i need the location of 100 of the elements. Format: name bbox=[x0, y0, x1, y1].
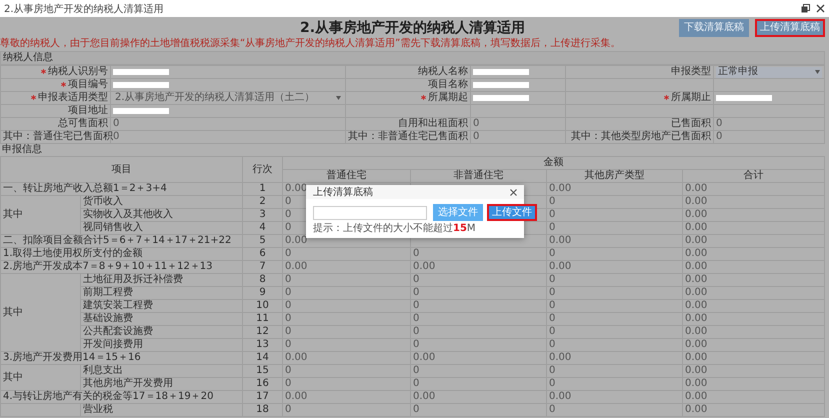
table-cell: 0 bbox=[413, 287, 420, 298]
section-header: 申报信息 bbox=[1, 144, 43, 156]
table-cell: 13 bbox=[242, 338, 282, 352]
table-cell: 5 bbox=[242, 234, 282, 248]
table-cell: 0.00 bbox=[685, 352, 708, 363]
table-cell: 0 bbox=[285, 326, 292, 337]
column-header: 合计 bbox=[682, 170, 824, 182]
field-label: 所属期起 bbox=[421, 92, 468, 103]
page-title: 2.从事房地产开发的纳税人清算适用 bbox=[298, 18, 526, 36]
redaction-bar bbox=[113, 69, 169, 75]
close-icon[interactable] bbox=[816, 4, 825, 13]
field-label: 自用和出租面积 bbox=[398, 118, 468, 129]
toolbar-button[interactable]: 下载清算底稿 bbox=[679, 18, 749, 36]
table-cell: 视同销售收入 bbox=[80, 222, 242, 234]
table-cell: 0 bbox=[285, 313, 292, 324]
field-label: 总可售面积 bbox=[58, 118, 108, 129]
table-cell: 0 bbox=[285, 209, 292, 220]
field-label: 所属期止 bbox=[664, 92, 711, 103]
column-header: 其他房产类型 bbox=[546, 170, 682, 182]
table-cell: 0.00 bbox=[413, 261, 436, 272]
table-cell: 0 bbox=[413, 326, 420, 337]
table-cell: 0 bbox=[285, 404, 292, 415]
table-cell: 1.取得土地使用权所支付的金额 bbox=[0, 248, 242, 260]
table-cell: 16 bbox=[242, 378, 282, 390]
field-value: 0 bbox=[473, 131, 480, 142]
table-cell: 前期工程费 bbox=[80, 286, 242, 300]
table-cell: 公共配套设施费 bbox=[80, 326, 242, 338]
toolbar-button[interactable]: 上传清算底稿 bbox=[755, 18, 825, 36]
table-cell: 0.00 bbox=[549, 352, 572, 363]
table-cell: 0.00 bbox=[285, 235, 308, 246]
table-cell: 0 bbox=[549, 248, 556, 259]
field-label: 项目地址 bbox=[68, 105, 108, 116]
table-cell: 其他房地产开发费用 bbox=[80, 378, 242, 390]
table-cell: 0.00 bbox=[549, 261, 572, 272]
field-label: 其中：普通住宅已售面积 bbox=[3, 131, 113, 142]
table-cell: 其中 bbox=[3, 306, 23, 318]
field-value: 0 bbox=[716, 118, 722, 129]
table-cell: 0 bbox=[285, 378, 292, 389]
table-cell: 0.00 bbox=[685, 248, 708, 259]
table-cell: 0.00 bbox=[685, 404, 708, 415]
column-header: 金额 bbox=[282, 156, 824, 170]
table-cell: 0.00 bbox=[549, 183, 572, 194]
table-cell: 0 bbox=[549, 339, 556, 350]
dialog-button[interactable]: 上传文件 bbox=[487, 204, 537, 221]
table-cell: 0.00 bbox=[285, 183, 308, 194]
table-cell: 0.00 bbox=[285, 391, 308, 402]
table-cell: 0 bbox=[549, 209, 556, 220]
close-icon[interactable] bbox=[510, 188, 517, 196]
table-cell: 0.00 bbox=[685, 300, 708, 311]
notice-text: 尊敬的纳税人，由于您目前操作的土地增值税税源采集“从事房地产开发的纳税人清算适用”需先下载清算底稿，填写数据后，上传进行采集。 bbox=[0, 38, 622, 50]
table-cell: 0 bbox=[549, 287, 556, 298]
table-cell: 0 bbox=[413, 274, 420, 285]
table-cell: 8 bbox=[242, 274, 282, 286]
table-cell: 6 bbox=[242, 248, 282, 260]
field-label: 项目编号 bbox=[61, 79, 108, 90]
dialog-title: 上传清算底稿 bbox=[313, 186, 373, 199]
table-cell: 0.00 bbox=[413, 391, 436, 402]
table-cell: 0.00 bbox=[685, 339, 708, 350]
table-cell: 0 bbox=[413, 365, 420, 376]
section-header: 纳税人信息 bbox=[0, 51, 825, 65]
table-cell: 0 bbox=[285, 222, 292, 233]
field-label: 其中：非普通住宅已售面积 bbox=[348, 131, 468, 142]
table-cell: 0 bbox=[549, 300, 556, 311]
field-label: 纳税人名称 bbox=[418, 66, 468, 77]
table-cell: 17 bbox=[242, 390, 282, 404]
redaction-bar bbox=[473, 69, 529, 75]
select-field[interactable]: 正常申报 bbox=[716, 66, 822, 78]
restore-icon[interactable] bbox=[801, 4, 810, 13]
table-cell: 0 bbox=[549, 326, 556, 337]
field-label: 已售面积 bbox=[671, 118, 711, 129]
table-cell: 0 bbox=[549, 274, 556, 285]
column-header: 普通住宅 bbox=[282, 170, 410, 182]
field-label: 申报表适用类型 bbox=[31, 92, 108, 103]
table-cell: 0 bbox=[285, 339, 292, 350]
dialog-button[interactable]: 选择文件 bbox=[433, 204, 483, 221]
field-label: 申报类型 bbox=[671, 66, 711, 77]
table-cell: 土地征用及拆迁补偿费 bbox=[80, 274, 242, 286]
table-cell: 0 bbox=[549, 196, 556, 207]
table-cell: 0.00 bbox=[413, 352, 436, 363]
table-cell: 11 bbox=[242, 312, 282, 326]
table-cell: 0 bbox=[285, 274, 292, 285]
field-value: 0 bbox=[473, 118, 480, 129]
table-cell: 0.00 bbox=[685, 222, 708, 233]
table-cell: 0 bbox=[413, 248, 420, 259]
table-cell: 0 bbox=[549, 378, 556, 389]
table-cell: 15 bbox=[242, 364, 282, 378]
table-cell: 二、扣除项目金额合计5＝6＋7＋14＋17＋21+22 bbox=[0, 234, 242, 248]
window-title: 2.从事房地产开发的纳税人清算适用 bbox=[4, 2, 164, 16]
table-cell: 3.房地产开发费用14＝15＋16 bbox=[0, 352, 242, 364]
column-header: 行次 bbox=[242, 156, 282, 182]
table-cell: 实物收入及其他收入 bbox=[80, 208, 242, 222]
table-cell: 0 bbox=[413, 339, 420, 350]
field-label: 其中：其他类型房地产已售面积 bbox=[571, 131, 711, 142]
table-cell: 0.00 bbox=[685, 196, 708, 207]
table-cell: 营业税 bbox=[80, 404, 242, 416]
table-cell: 9 bbox=[242, 286, 282, 300]
table-cell: 3 bbox=[242, 208, 282, 222]
file-path-field[interactable] bbox=[313, 206, 427, 220]
table-cell: 18 bbox=[242, 404, 282, 416]
table-cell: 0 bbox=[285, 287, 292, 298]
